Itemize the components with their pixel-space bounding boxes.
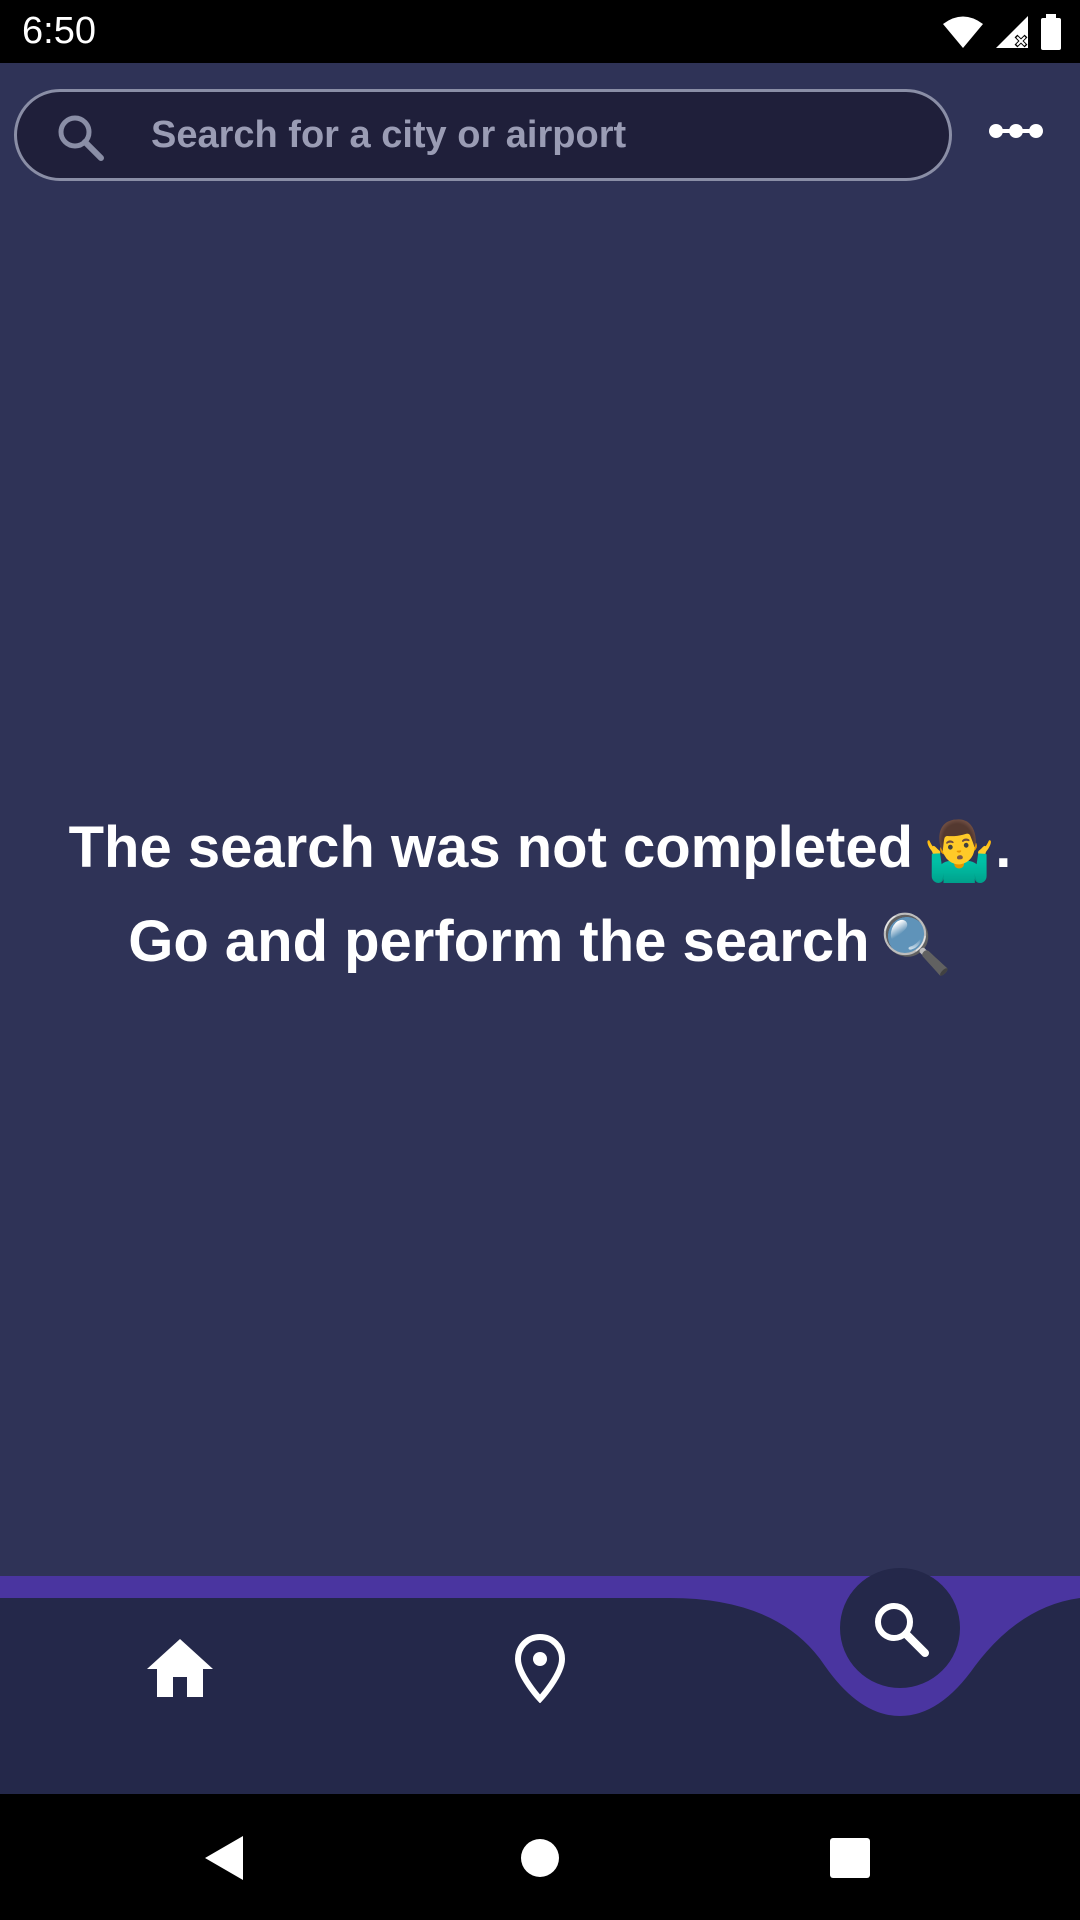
more-options-button[interactable] <box>984 109 1048 153</box>
system-recents-button[interactable] <box>818 1826 882 1890</box>
status-icons <box>942 12 1062 52</box>
wifi-icon <box>943 16 983 48</box>
back-icon <box>205 1836 243 1880</box>
system-back-button[interactable] <box>192 1826 256 1890</box>
search-bar[interactable] <box>14 89 952 181</box>
system-navigation-bar <box>0 1794 1080 1920</box>
cell-signal-icon <box>996 16 1028 48</box>
nav-search-button[interactable] <box>840 1568 960 1688</box>
nav-home-button[interactable] <box>140 1628 220 1708</box>
app-body: The search was not completed🤷‍♂️. Go and… <box>0 63 1080 1577</box>
search-input[interactable] <box>151 100 911 170</box>
magnifier-emoji: 🔍 <box>879 912 952 978</box>
shrug-emoji: 🤷‍♂️ <box>923 818 996 884</box>
nav-location-button[interactable] <box>500 1626 580 1710</box>
home-icon <box>147 1639 213 1697</box>
status-bar: 6:50 <box>0 0 1080 63</box>
message-line-1-end: . <box>995 815 1012 880</box>
more-options-icon <box>989 124 1043 138</box>
battery-icon <box>1041 14 1061 50</box>
empty-state-message: The search was not completed 🤷‍♂️. Go and… <box>0 803 1080 990</box>
system-home-button[interactable] <box>508 1826 572 1890</box>
message-line-2-text: Go and perform the search <box>128 908 870 974</box>
search-icon <box>875 1603 929 1657</box>
message-line-2: Go and perform the search 🔍 <box>0 897 1080 991</box>
message-line-1: The search was not completed 🤷‍♂️. <box>0 803 1080 897</box>
search-icon <box>58 115 104 161</box>
message-line-1-text: The search was not completed <box>68 815 914 880</box>
status-time: 6:50 <box>22 10 96 52</box>
location-pin-icon <box>514 1633 566 1703</box>
home-circle-icon <box>521 1839 559 1877</box>
recents-icon <box>830 1838 870 1878</box>
